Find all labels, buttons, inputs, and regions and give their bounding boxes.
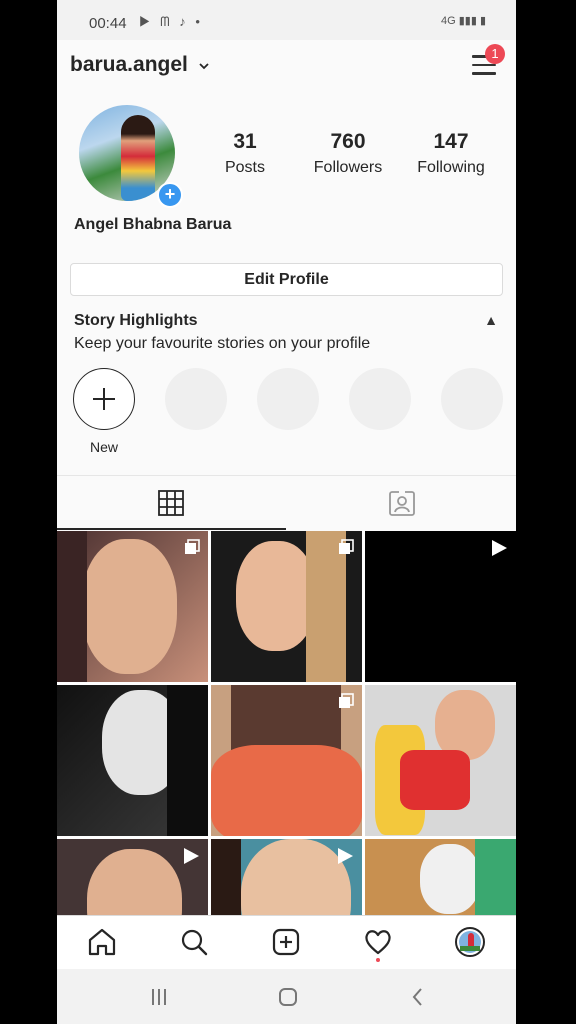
add-story-icon[interactable]: +: [157, 182, 183, 208]
back-icon[interactable]: [404, 983, 432, 1011]
activity-indicator-dot: [376, 958, 380, 962]
stat-posts[interactable]: 31 Posts: [200, 130, 290, 177]
following-label: Following: [417, 159, 485, 176]
notification-badge: 1: [485, 44, 505, 64]
activity-heart-icon[interactable]: [362, 926, 394, 958]
post-thumbnail[interactable]: [211, 685, 362, 836]
post-thumbnail[interactable]: [365, 531, 516, 682]
signal-battery-icons: 4G ▮▮▮ ▮: [441, 15, 486, 27]
status-bar: 00:44 ▶ ᗰ ♪ • 4G ▮▮▮ ▮: [57, 0, 516, 40]
new-highlight-button[interactable]: [73, 368, 135, 430]
collapse-caret-icon[interactable]: ▲: [484, 312, 498, 328]
tab-tagged[interactable]: [287, 476, 516, 530]
video-play-icon: [492, 540, 507, 556]
profile-tabs: [57, 475, 516, 530]
bottom-navigation: [57, 915, 516, 970]
profile-avatar-icon[interactable]: [454, 926, 486, 958]
posts-count: 31: [233, 130, 257, 153]
highlight-placeholder: [441, 368, 503, 430]
recent-apps-icon[interactable]: [145, 983, 173, 1011]
carousel-icon: [185, 539, 200, 554]
post-thumbnail[interactable]: [211, 839, 362, 915]
highlight-placeholder: [257, 368, 319, 430]
post-thumbnail[interactable]: [211, 531, 362, 682]
post-thumbnail[interactable]: [365, 685, 516, 836]
home-icon[interactable]: [86, 926, 118, 958]
grid-icon: [158, 490, 184, 516]
highlight-placeholder: [165, 368, 227, 430]
highlights-title: Story Highlights: [74, 312, 198, 329]
followers-label: Followers: [313, 159, 383, 176]
tagged-icon: [389, 491, 415, 516]
posts-label: Posts: [224, 159, 265, 176]
carousel-icon: [339, 693, 354, 708]
carousel-icon: [339, 539, 354, 554]
chevron-down-icon[interactable]: [197, 59, 211, 73]
post-thumbnail[interactable]: [57, 531, 208, 682]
search-icon[interactable]: [178, 926, 210, 958]
system-navigation-bar: [57, 969, 516, 1024]
video-play-icon: [184, 848, 199, 864]
post-thumbnail[interactable]: [365, 839, 516, 915]
posts-grid: [57, 531, 516, 915]
highlight-placeholder: [349, 368, 411, 430]
status-time: 00:44: [89, 15, 127, 32]
profile-full-name: Angel Bhabna Barua: [74, 216, 232, 233]
phone-screen: 00:44 ▶ ᗰ ♪ • 4G ▮▮▮ ▮ barua.angel 1 + 3…: [57, 0, 516, 1024]
tab-grid[interactable]: [57, 476, 286, 530]
video-play-icon: [338, 848, 353, 864]
edit-profile-button[interactable]: Edit Profile: [70, 263, 503, 296]
notification-icons: ▶ ᗰ ♪ •: [139, 14, 203, 29]
followers-count: 760: [330, 130, 366, 153]
new-post-icon[interactable]: [270, 926, 302, 958]
following-count: 147: [433, 130, 469, 153]
new-highlight-label: New: [89, 439, 118, 455]
stat-following[interactable]: 147 Following: [406, 130, 496, 177]
post-thumbnail[interactable]: [57, 685, 208, 836]
post-thumbnail[interactable]: [57, 839, 208, 915]
account-switcher-username[interactable]: barua.angel: [70, 53, 188, 77]
highlights-subtitle: Keep your favourite stories on your prof…: [74, 335, 371, 352]
home-button-icon[interactable]: [274, 983, 302, 1011]
profile-header: barua.angel 1: [57, 40, 516, 95]
stat-followers[interactable]: 760 Followers: [303, 130, 393, 177]
